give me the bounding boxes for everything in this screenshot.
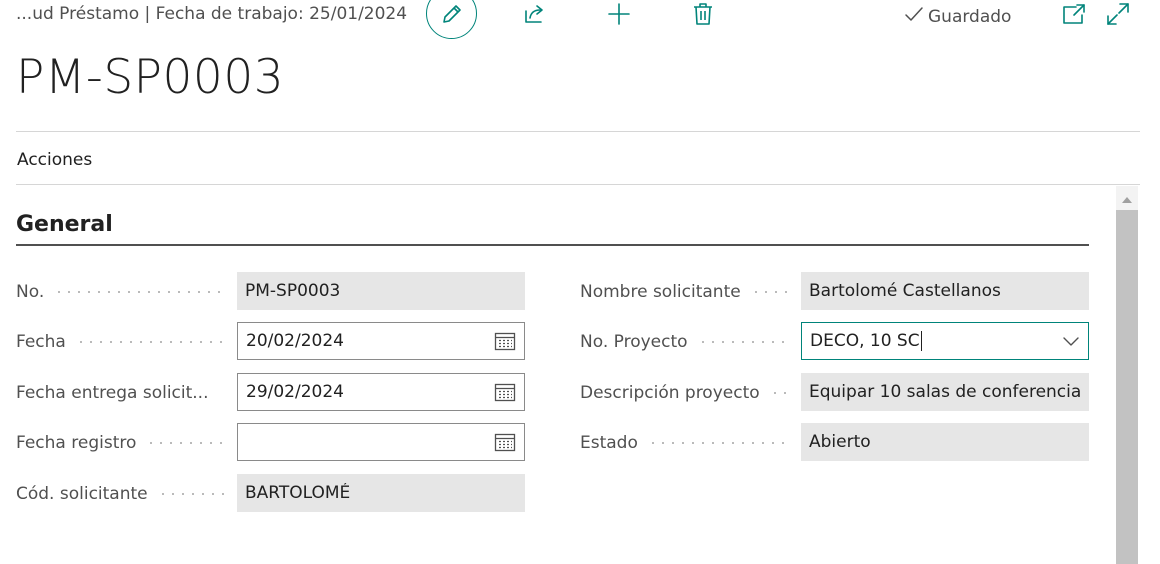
estado-field[interactable]: Abierto [801,423,1089,461]
breadcrumb: ...ud Préstamo | Fecha de trabajo: 25/01… [16,4,408,24]
expand-icon [1106,2,1130,26]
field-label-descripcion-proyecto: Descripción proyecto [580,374,792,412]
scrollbar-thumb[interactable] [1116,210,1138,564]
new-button[interactable] [604,0,634,28]
field-label-fecha-entrega: Fecha entrega solicit... [16,383,209,403]
header-divider [16,131,1140,132]
field-label-nombre-solicitante: Nombre solicitante [580,273,792,311]
page-title: PM-SP0003 [16,50,285,105]
open-new-window-button[interactable] [1060,1,1088,27]
field-label-estado: Estado [580,424,792,462]
nombre-solicitante-field[interactable]: Bartolomé Castellanos [801,272,1089,310]
calendar-icon[interactable] [494,382,516,402]
field-label-cod-solicitante: Cód. solicitante [16,475,228,513]
calendar-icon[interactable] [494,432,516,452]
delete-button[interactable] [688,0,718,28]
share-button[interactable] [520,0,550,28]
saved-status: Guardado [904,4,1011,29]
trash-icon [692,2,714,26]
chevron-down-icon[interactable] [1062,335,1080,347]
checkmark-icon [904,4,924,29]
text-caret [920,331,922,351]
field-label-no-proyecto: No. Proyecto [580,323,792,361]
triangle-up-icon [1122,188,1132,207]
fecha-entrega-field[interactable]: 29/02/2024 [237,373,525,411]
fecha-field[interactable]: 20/02/2024 [237,322,525,360]
no-proyecto-field[interactable]: DECO, 10 SC [801,322,1089,360]
top-bar: ...ud Préstamo | Fecha de trabajo: 25/01… [0,0,1160,40]
actions-divider [16,184,1140,185]
calendar-icon[interactable] [494,331,516,351]
actions-menu[interactable]: Acciones [17,150,92,170]
section-title-general[interactable]: General [16,212,113,237]
section-divider [16,244,1089,246]
field-label-fecha: Fecha [16,323,228,361]
open-in-new-window-icon [1062,3,1086,25]
field-label-fecha-registro: Fecha registro [16,424,228,462]
share-icon [523,2,547,26]
descripcion-proyecto-field[interactable]: Equipar 10 salas de conferencias [801,373,1089,411]
plus-icon [607,2,631,26]
cod-solicitante-field[interactable]: BARTOLOMÉ [237,474,525,512]
field-label-no: No. [16,273,228,311]
edit-button[interactable] [426,0,477,39]
pencil-icon [440,2,464,26]
fecha-registro-field[interactable] [237,423,525,461]
scroll-up-button[interactable] [1116,186,1138,208]
saved-label: Guardado [928,6,1012,27]
expand-button[interactable] [1104,1,1132,27]
loan-request-card: ...ud Préstamo | Fecha de trabajo: 25/01… [0,0,1160,564]
no-field[interactable]: PM-SP0003 [237,272,525,310]
